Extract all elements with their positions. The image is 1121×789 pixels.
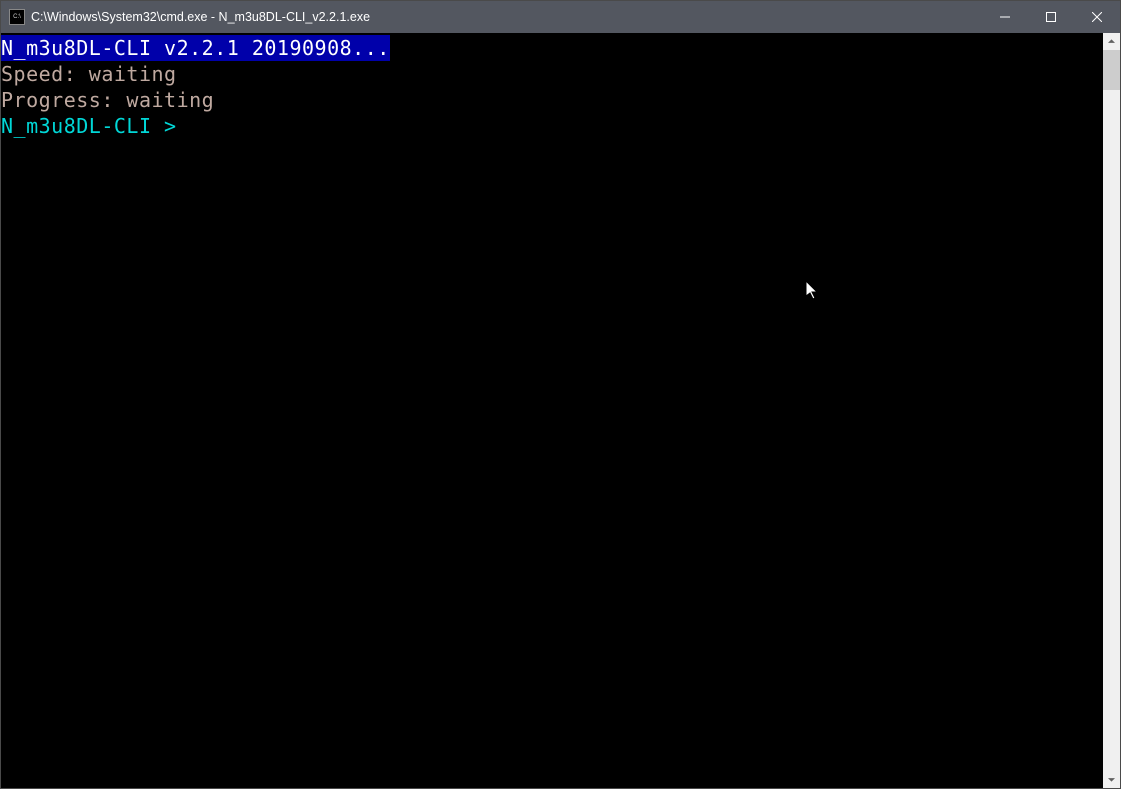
- maximize-button[interactable]: [1028, 1, 1074, 33]
- minimize-icon: [1000, 12, 1010, 22]
- scroll-up-button[interactable]: [1103, 33, 1120, 50]
- chevron-down-icon: [1108, 776, 1115, 783]
- app-icon: C:\: [9, 9, 25, 25]
- scroll-thumb[interactable]: [1103, 50, 1120, 90]
- terminal-output[interactable]: N_m3u8DL-CLI v2.2.1 20190908...Speed: wa…: [1, 33, 1103, 788]
- prompt-line: N_m3u8DL-CLI >: [1, 113, 1103, 139]
- chevron-up-icon: [1108, 38, 1115, 45]
- close-button[interactable]: [1074, 1, 1120, 33]
- maximize-icon: [1046, 12, 1056, 22]
- scroll-track[interactable]: [1103, 50, 1120, 771]
- vertical-scrollbar[interactable]: [1103, 33, 1120, 788]
- minimize-button[interactable]: [982, 1, 1028, 33]
- content-area: N_m3u8DL-CLI v2.2.1 20190908...Speed: wa…: [1, 33, 1120, 788]
- progress-line: Progress: waiting: [1, 87, 1103, 113]
- window-controls: [982, 1, 1120, 33]
- close-icon: [1092, 12, 1102, 22]
- scroll-down-button[interactable]: [1103, 771, 1120, 788]
- speed-line: Speed: waiting: [1, 61, 1103, 87]
- app-icon-label: C:\: [13, 14, 21, 20]
- terminal-window: C:\ C:\Windows\System32\cmd.exe - N_m3u8…: [0, 0, 1121, 789]
- banner-line: N_m3u8DL-CLI v2.2.1 20190908...: [1, 35, 390, 61]
- titlebar[interactable]: C:\ C:\Windows\System32\cmd.exe - N_m3u8…: [1, 1, 1120, 33]
- window-title: C:\Windows\System32\cmd.exe - N_m3u8DL-C…: [31, 10, 982, 24]
